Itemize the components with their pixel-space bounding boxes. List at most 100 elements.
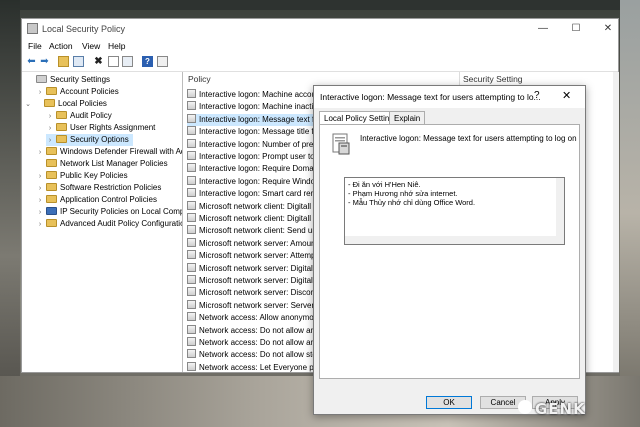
- table-row[interactable]: Interactive logon: Number of prev: [187, 138, 317, 151]
- tab-panel: Interactive logon: Message text for user…: [319, 124, 580, 379]
- policy-name: Microsoft network client: Digitall: [199, 201, 312, 211]
- column-header-policy[interactable]: Policy: [188, 74, 211, 86]
- policy-icon: [187, 175, 196, 185]
- ok-button[interactable]: OK: [426, 396, 472, 409]
- help-icon[interactable]: ?: [142, 56, 153, 67]
- table-row[interactable]: Interactive logon: Machine accou: [187, 89, 316, 101]
- chevron-down-icon[interactable]: ⌄: [24, 99, 32, 111]
- tree-item-security-options[interactable]: › Security Options: [46, 134, 133, 146]
- console-tree: Security Settings › Account Policies ⌄ Loc…: [22, 72, 183, 372]
- back-arrow-icon[interactable]: ⬅: [26, 56, 37, 67]
- policy-icon: [187, 324, 196, 334]
- watermark: GENK: [535, 400, 586, 418]
- policy-icon: [187, 163, 196, 173]
- message-line: - Phạm Hương nhớ sửa internet.: [348, 189, 458, 198]
- console-tree-icon[interactable]: [73, 56, 84, 67]
- policy-name: Microsoft network server: Server S: [199, 300, 322, 310]
- folder-icon: [46, 219, 57, 227]
- table-row[interactable]: Network access: Do not allow sto: [187, 349, 317, 361]
- policy-icon: [187, 250, 196, 260]
- horizontal-scrollbar[interactable]: [345, 236, 564, 244]
- tree-item-user-rights-assignment[interactable]: › User Rights Assignment: [46, 122, 155, 134]
- column-separator[interactable]: [459, 72, 460, 86]
- toolbar: ⬅ ➡ ✖ ?: [22, 53, 618, 72]
- policy-icon: [187, 275, 196, 284]
- table-row[interactable]: Microsoft network server: Attemp: [187, 250, 315, 262]
- tree-item-advanced-audit-policy[interactable]: › Advanced Audit Policy Configuration: [36, 218, 182, 231]
- tree-item-ip-security-policies[interactable]: › IP Security Policies on Local Compute: [36, 206, 182, 218]
- policy-icon: [187, 225, 196, 235]
- table-row[interactable]: Interactive logon: Message title fo: [187, 126, 318, 138]
- table-row[interactable]: Interactive logon: Prompt user to: [187, 151, 315, 163]
- policy-name: Microsoft network server: Digitall: [199, 263, 315, 273]
- dialog-title: Interactive logon: Message text for user…: [320, 92, 541, 102]
- export-icon[interactable]: [122, 56, 133, 67]
- table-row[interactable]: Network access: Do not allow an: [187, 324, 315, 337]
- menu-view[interactable]: View: [82, 41, 100, 51]
- tree-item-application-control[interactable]: › Application Control Policies: [36, 194, 157, 206]
- properties-icon[interactable]: [108, 56, 119, 67]
- table-row[interactable]: Interactive logon: Require Windo: [187, 175, 316, 188]
- policy-icon: [187, 349, 196, 359]
- table-row[interactable]: Microsoft network server: Digitall: [187, 262, 315, 275]
- table-row[interactable]: Network access: Do not allow an: [187, 337, 315, 349]
- menu-action[interactable]: Action: [49, 41, 73, 51]
- close-button[interactable]: ✕: [597, 21, 619, 37]
- tree-item-audit-policy[interactable]: › Audit Policy: [46, 110, 112, 122]
- tab-explain[interactable]: Explain: [389, 111, 426, 125]
- policy-name: Interactive logon: Message text for user…: [360, 134, 577, 143]
- tree-item-account-policies[interactable]: › Account Policies: [36, 86, 119, 98]
- table-row[interactable]: Microsoft network server: Server S: [187, 299, 322, 312]
- help-button[interactable]: ?: [534, 90, 540, 101]
- table-row[interactable]: Interactive logon: Machine inacti: [187, 101, 313, 113]
- menu-help[interactable]: Help: [108, 41, 125, 51]
- table-row[interactable]: Microsoft network server: Discon: [187, 287, 315, 299]
- tree-item-local-policies[interactable]: ⌄ Local Policies: [24, 98, 107, 110]
- maximize-button[interactable]: ☐: [565, 21, 587, 37]
- vertical-scrollbar[interactable]: [556, 178, 564, 244]
- chevron-right-icon[interactable]: ›: [36, 219, 44, 231]
- table-row[interactable]: Network access: Let Everyone per: [187, 361, 321, 372]
- policy-name: Network access: Do not allow sto: [199, 350, 317, 360]
- folder-up-icon[interactable]: [58, 56, 69, 67]
- app-icon: [27, 23, 38, 34]
- table-row[interactable]: Interactive logon: Smart card rem: [187, 188, 317, 200]
- policy-name: Microsoft network server: Discon: [199, 288, 316, 298]
- table-row[interactable]: Microsoft network server: Amoun: [187, 237, 315, 250]
- table-row[interactable]: Microsoft network client: Send ur: [187, 225, 315, 237]
- policy-name: Microsoft network server: Digitall: [199, 276, 315, 285]
- table-row[interactable]: Interactive logon: Message text fo: [187, 113, 319, 126]
- table-row[interactable]: Interactive logon: Require Domai: [187, 163, 316, 175]
- tab-local-policy-setting[interactable]: Local Policy Setting: [319, 111, 399, 125]
- dialog-title-bar[interactable]: Interactive logon: Message text for user…: [314, 86, 585, 108]
- tree-item-network-list-manager[interactable]: Network List Manager Policies: [36, 158, 168, 170]
- policy-name: Network access: Do not allow an: [199, 338, 316, 347]
- tree-item-public-key-policies[interactable]: › Public Key Policies: [36, 170, 128, 182]
- policy-icon: [187, 200, 196, 210]
- table-row[interactable]: Microsoft network client: Digitall: [187, 213, 311, 225]
- tree-item-software-restriction[interactable]: › Software Restriction Policies: [36, 182, 161, 194]
- policy-properties-dialog: Interactive logon: Message text for user…: [313, 85, 586, 415]
- policy-icon: [187, 213, 196, 222]
- vertical-scrollbar[interactable]: [613, 72, 619, 372]
- menu-file[interactable]: File: [28, 41, 42, 51]
- policy-name: Interactive logon: Machine accou: [199, 90, 316, 99]
- table-row[interactable]: Network access: Allow anonymou: [187, 312, 318, 324]
- tree-item-security-settings[interactable]: Security Settings: [26, 74, 110, 86]
- table-row[interactable]: Microsoft network client: Digitall: [187, 200, 312, 213]
- policy-icon: [187, 361, 196, 371]
- table-row[interactable]: Microsoft network server: Digitall: [187, 275, 315, 287]
- policy-name: Microsoft network client: Send ur: [199, 226, 316, 236]
- delete-icon[interactable]: ✖: [93, 56, 104, 67]
- minimize-button[interactable]: —: [532, 21, 554, 37]
- message-text-input[interactable]: - Đi ăn với H'Hen Niê. - Phạm Hương nhớ …: [344, 177, 565, 245]
- title-bar[interactable]: Local Security Policy — ☐ ✕: [22, 19, 618, 39]
- snapin-icon[interactable]: [157, 56, 168, 67]
- policy-name: Interactive logon: Require Windo: [199, 176, 316, 186]
- tree-item-windows-defender-firewall[interactable]: › Windows Defender Firewall with Adva: [36, 146, 182, 158]
- folder-icon: [46, 87, 57, 95]
- policy-name: Interactive logon: Prompt user to: [199, 152, 315, 161]
- policy-icon: [187, 188, 196, 198]
- dialog-close-button[interactable]: ✕: [562, 89, 571, 102]
- forward-arrow-icon[interactable]: ➡: [39, 56, 50, 67]
